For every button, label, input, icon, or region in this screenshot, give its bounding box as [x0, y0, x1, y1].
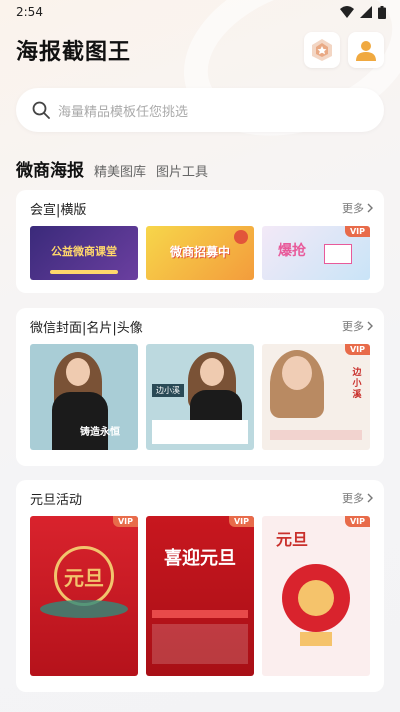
- template-thumb[interactable]: 喜迎元旦 VIP: [146, 516, 254, 676]
- search-bar[interactable]: 海量精品模板任您挑选: [16, 88, 384, 132]
- vip-badge-button[interactable]: [304, 32, 340, 68]
- status-time: 2:54: [16, 5, 43, 19]
- vip-badge: VIP: [344, 226, 370, 237]
- template-thumb[interactable]: 元旦 VIP: [30, 516, 138, 676]
- section-title: 微信封面|名片|头像: [30, 320, 143, 336]
- template-thumb[interactable]: 元旦 VIP: [262, 516, 370, 676]
- profile-button[interactable]: [348, 32, 384, 68]
- vip-badge: VIP: [228, 516, 254, 527]
- background-decoration: [159, 0, 400, 167]
- wifi-icon: [340, 6, 354, 18]
- more-link[interactable]: 更多: [342, 490, 374, 506]
- vip-badge: VIP: [112, 516, 138, 527]
- section-card-meeting: 会宣|横版 更多 公益微商课堂 微商招募中 爆抢 VIP: [16, 190, 384, 293]
- section-card-wechat-cover: 微信封面|名片|头像 更多 铸造永恒 边小溪 边小溪 VIP: [16, 308, 384, 466]
- template-thumb[interactable]: 公益微商课堂: [30, 226, 138, 280]
- vip-badge-icon: [312, 39, 332, 61]
- tab-wechat-posters[interactable]: 微商海报: [16, 156, 84, 181]
- template-thumb[interactable]: 铸造永恒: [30, 344, 138, 450]
- section-title: 元旦活动: [30, 492, 83, 508]
- vip-badge: VIP: [344, 344, 370, 355]
- tab-gallery[interactable]: 精美图库: [94, 161, 146, 180]
- search-placeholder: 海量精品模板任您挑选: [58, 104, 189, 120]
- vip-badge: VIP: [344, 516, 370, 527]
- chevron-right-icon: [367, 203, 373, 213]
- app-title: 海报截图王: [16, 40, 132, 65]
- category-tabs: 微商海报 精美图库 图片工具: [16, 156, 208, 181]
- search-icon: [32, 101, 50, 119]
- chevron-right-icon: [367, 493, 373, 503]
- status-bar: 2:54: [0, 0, 400, 24]
- chevron-right-icon: [367, 321, 373, 331]
- more-link[interactable]: 更多: [342, 318, 374, 334]
- section-card-new-year: 元旦活动 更多 元旦 VIP 喜迎元旦 VIP 元旦 VIP: [16, 480, 384, 692]
- section-title: 会宣|横版: [30, 202, 87, 218]
- battery-icon: [378, 5, 386, 19]
- app-header: 海报截图王: [16, 32, 384, 68]
- template-thumb[interactable]: 微商招募中: [146, 226, 254, 280]
- signal-icon: [360, 6, 372, 18]
- more-link[interactable]: 更多: [342, 200, 374, 216]
- template-thumb[interactable]: 边小溪 VIP: [262, 344, 370, 450]
- template-thumb[interactable]: 边小溪: [146, 344, 254, 450]
- template-thumb[interactable]: 爆抢 VIP: [262, 226, 370, 280]
- tab-image-tools[interactable]: 图片工具: [156, 161, 208, 180]
- user-icon: [356, 41, 376, 61]
